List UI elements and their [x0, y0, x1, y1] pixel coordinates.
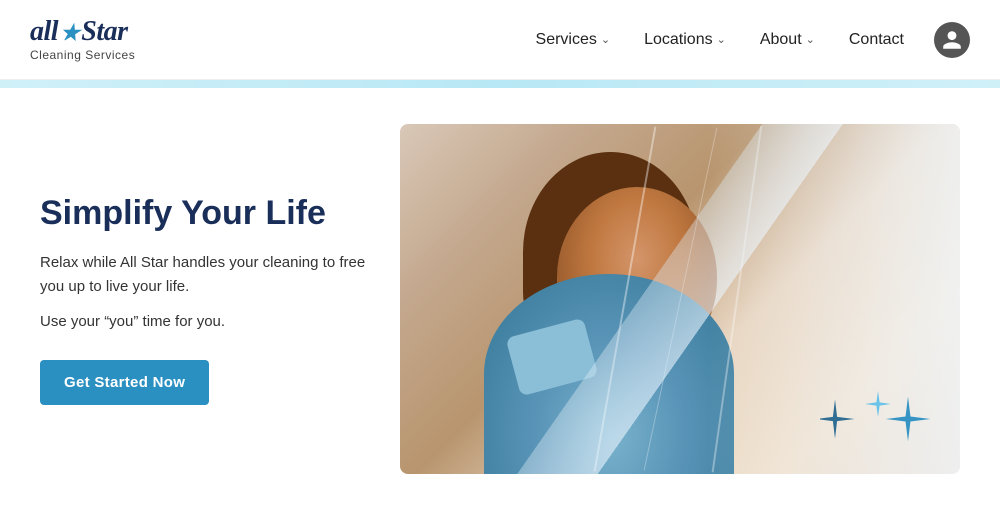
- nav-locations[interactable]: Locations ⌄: [632, 25, 738, 55]
- logo-subtitle: Cleaning Services: [30, 48, 135, 62]
- nav-locations-label: Locations: [644, 31, 713, 49]
- hero-image: [400, 124, 960, 474]
- nav-services-label: Services: [536, 31, 597, 49]
- hero-heading: Simplify Your Life: [40, 193, 370, 234]
- sparkles-decoration: [820, 364, 940, 454]
- nav-contact-label: Contact: [849, 31, 904, 48]
- chevron-down-icon: ⌄: [717, 33, 726, 46]
- person-icon: [941, 29, 963, 51]
- nav-about[interactable]: About ⌄: [748, 25, 827, 55]
- hero-content: Simplify Your Life Relax while All Star …: [40, 193, 400, 406]
- logo-text-all: all: [30, 16, 58, 47]
- hero-sub-text: Use your “you” time for you.: [40, 313, 370, 330]
- nav-about-label: About: [760, 31, 802, 49]
- nav-contact[interactable]: Contact: [837, 25, 916, 55]
- hero-photo-bg: [400, 124, 960, 474]
- user-avatar-button[interactable]: [934, 22, 970, 58]
- logo-title: all★Star: [30, 18, 135, 46]
- chevron-down-icon: ⌄: [601, 33, 610, 46]
- hero-body-text: Relax while All Star handles your cleani…: [40, 251, 370, 299]
- get-started-button[interactable]: Get Started Now: [40, 360, 209, 405]
- nav-services[interactable]: Services ⌄: [524, 25, 623, 55]
- chevron-down-icon: ⌄: [806, 33, 815, 46]
- logo-star-icon: ★: [60, 20, 79, 45]
- header: all★Star Cleaning Services Services ⌄ Lo…: [0, 0, 1000, 80]
- sparkle-stars-icon: [820, 364, 940, 454]
- logo[interactable]: all★Star Cleaning Services: [30, 18, 135, 62]
- hero-section: Simplify Your Life Relax while All Star …: [0, 88, 1000, 510]
- main-nav: Services ⌄ Locations ⌄ About ⌄ Contact: [524, 22, 970, 58]
- logo-text-star: Star: [81, 16, 127, 47]
- accent-strip: [0, 80, 1000, 88]
